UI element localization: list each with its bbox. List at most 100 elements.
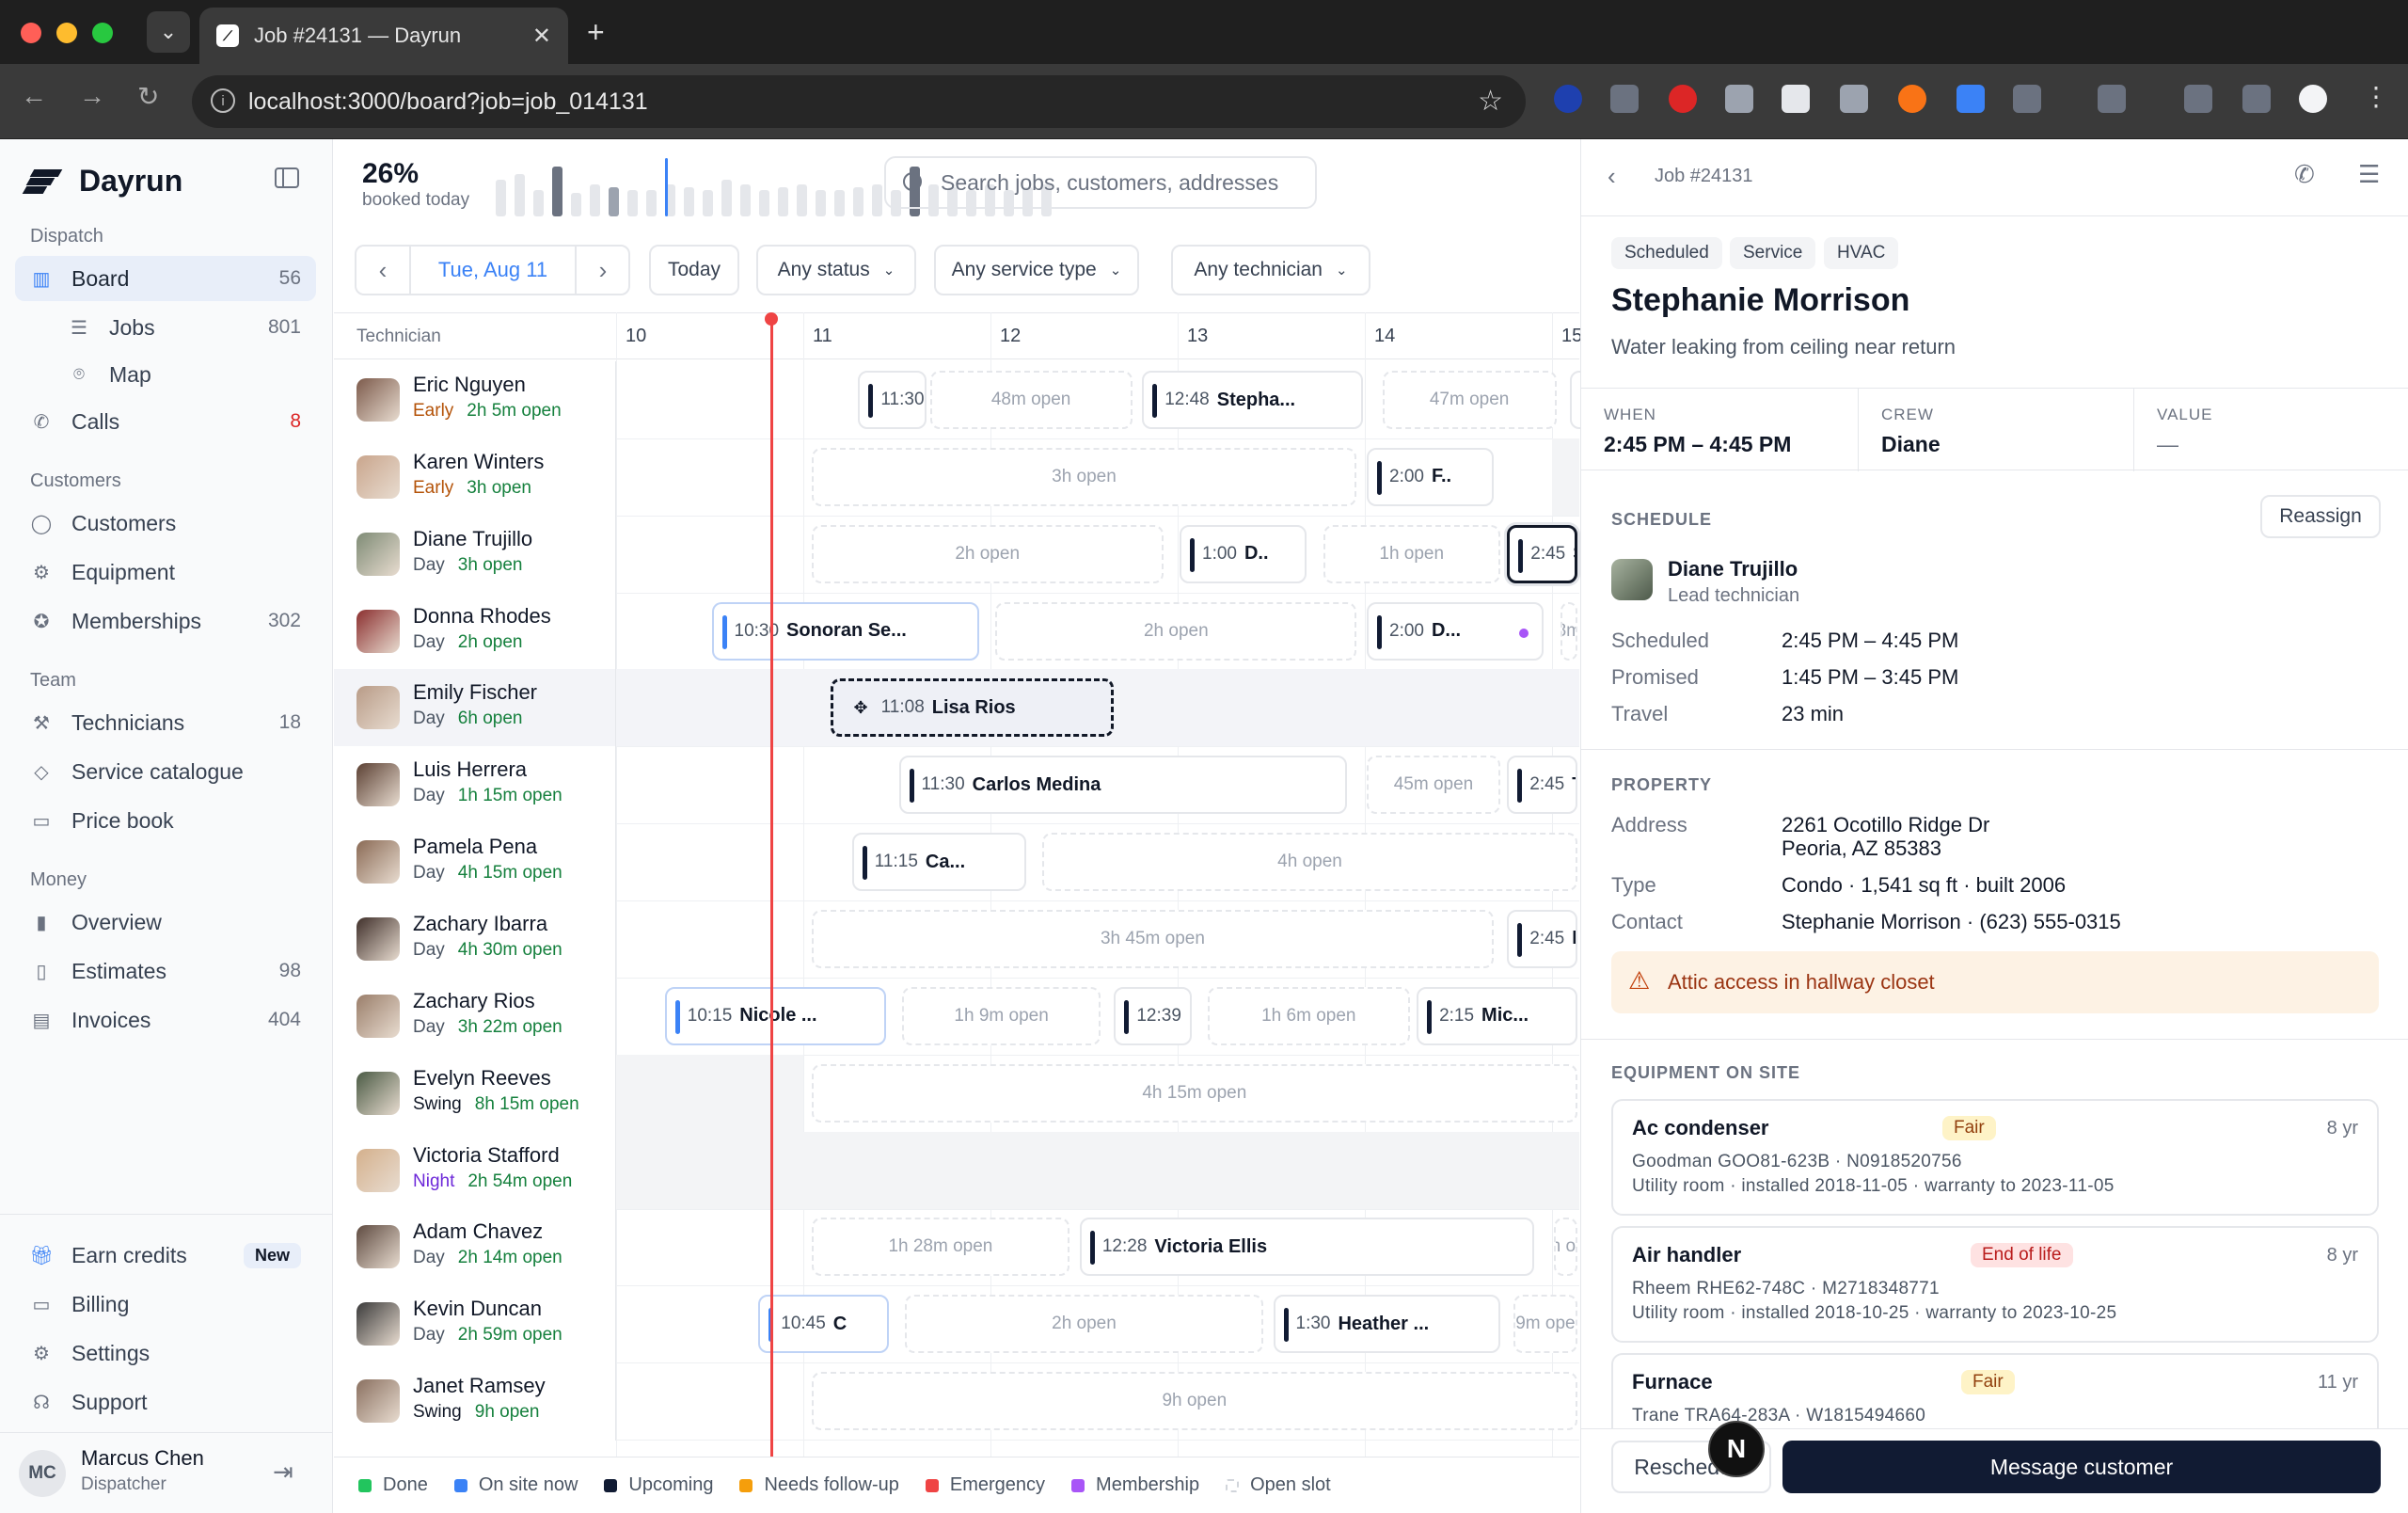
sidebar-item-customers[interactable]: ◯ Customers	[15, 501, 316, 546]
close-tab-icon[interactable]: ✕	[532, 23, 551, 50]
open-slot[interactable]: 1h 6m open	[1207, 986, 1410, 1045]
open-slot[interactable]: 4h 15m open	[811, 1063, 1577, 1123]
technician-cell[interactable]: Zachary Ibarra Day 4h 30m open	[334, 900, 616, 979]
open-slot[interactable]: 3h open	[811, 447, 1357, 506]
sidebar-item-equipment[interactable]: ⚙ Equipment	[15, 549, 316, 595]
open-slot[interactable]: 59m open	[1513, 1295, 1577, 1354]
sidebar-item-overview[interactable]: ▮ Overview	[15, 900, 316, 945]
message-customer-button[interactable]: Message customer	[1782, 1441, 2381, 1493]
technician-cell[interactable]: Victoria Stafford Night 2h 54m open	[334, 1131, 616, 1210]
today-button[interactable]: Today	[649, 245, 739, 295]
job-card[interactable]: 12:48 Stepha...	[1142, 371, 1363, 429]
open-slot[interactable]: 47m open	[1382, 371, 1557, 429]
open-slot[interactable]: 2h open	[905, 1295, 1263, 1354]
open-slot[interactable]: 48m open	[929, 371, 1133, 429]
prev-day-button[interactable]: ‹	[356, 247, 409, 294]
technician-cell[interactable]: Diane Trujillo Day 3h open	[334, 515, 616, 594]
media-controls-icon[interactable]	[2242, 85, 2271, 113]
open-slot[interactable]: 4h open	[1042, 833, 1577, 892]
passwords-key-icon[interactable]	[2098, 85, 2126, 113]
open-slot[interactable]: 9h open	[811, 1372, 1577, 1431]
extension-gem-icon[interactable]	[1554, 85, 1582, 113]
reassign-button[interactable]: Reassign	[2260, 495, 2381, 538]
open-slot[interactable]: 45m open	[1367, 756, 1500, 815]
technician-cell[interactable]: Donna Rhodes Day 2h open	[334, 592, 616, 671]
equipment-card[interactable]: Ac condenser Fair 8 yr Goodman GOO81-623B ·…	[1611, 1099, 2379, 1216]
job-card[interactable]: 10:15 Nicole ...	[664, 986, 886, 1045]
open-slot[interactable]: 8m	[1560, 601, 1577, 661]
next-day-button[interactable]: ›	[577, 247, 629, 294]
open-slot[interactable]: 46m open	[1554, 1218, 1577, 1277]
sidebar-item-billing[interactable]: ▭ Billing	[15, 1282, 316, 1327]
job-card[interactable]: 2:45 Dustin Cam...	[1507, 909, 1577, 968]
sidebar-item-support[interactable]: ☊ Support	[15, 1379, 316, 1425]
site-info-icon[interactable]: i	[211, 88, 235, 113]
reload-icon[interactable]: ↻	[137, 81, 159, 112]
dragging-job-card[interactable]: ✥ 11:08 Lisa Rios	[830, 678, 1114, 738]
forward-icon[interactable]: →	[79, 81, 105, 111]
call-phone-icon[interactable]: ✆	[2294, 160, 2315, 189]
extension-glasses-icon[interactable]	[1610, 85, 1639, 113]
collapse-sidebar-icon[interactable]	[275, 167, 299, 188]
technician-cell[interactable]: Evelyn Reeves Swing 8h 15m open	[334, 1054, 616, 1133]
job-card[interactable]: 2:00 D...	[1367, 601, 1545, 661]
technician-cell[interactable]: Emily Fischer Day 6h open	[334, 669, 616, 748]
new-tab-button[interactable]: +	[587, 15, 605, 50]
job-card[interactable]: 1:30 Heather ...	[1273, 1295, 1500, 1354]
extension-hand-icon[interactable]	[1669, 85, 1697, 113]
job-card[interactable]: 2:15 Mic...	[1417, 986, 1577, 1045]
job-card[interactable]: 11:30	[858, 371, 927, 429]
sidebar-item-map[interactable]: ⌾ Map	[15, 352, 316, 397]
open-slot[interactable]: 2h open	[995, 601, 1357, 661]
profile-avatar-icon[interactable]	[2299, 85, 2327, 113]
contact-value[interactable]: Stephanie Morrison · (623) 555-0315	[1782, 910, 2121, 934]
job-card[interactable]: 2:45 Stephanie Morrison	[1507, 524, 1577, 583]
equipment-card[interactable]: Air handler End of life 8 yr Rheem RHE62-74…	[1611, 1226, 2379, 1343]
sidebar-item-technicians[interactable]: ⚒ Technicians 18	[15, 700, 316, 745]
job-card[interactable]: 11:15 Ca...	[851, 833, 1026, 892]
close-window-button[interactable]	[21, 23, 41, 43]
extension-sun-icon[interactable]	[1898, 85, 1926, 113]
sidebar-item-earn-credits[interactable]: 🎁︎ Earn credits New	[15, 1233, 316, 1278]
minimize-window-button[interactable]	[56, 23, 77, 43]
logout-icon[interactable]: ⇥	[273, 1457, 293, 1487]
brand-logo[interactable]: Dayrun	[22, 164, 182, 199]
search-input[interactable]: Search jobs, customers, addresses	[884, 156, 1317, 209]
back-chevron-icon[interactable]: ‹	[1608, 162, 1616, 191]
extension-screen-icon[interactable]	[1956, 85, 1985, 113]
user-profile[interactable]: MC Marcus Chen Dispatcher ⇥	[0, 1432, 333, 1513]
job-card[interactable]: 1:00 D..	[1180, 524, 1307, 583]
technician-cell[interactable]: Karen Winters Early 3h open	[334, 438, 616, 517]
technician-cell[interactable]: Luis Herrera Day 1h 15m open	[334, 746, 616, 825]
address-bar[interactable]: i localhost:3000/board?job=job_014131 ☆	[192, 75, 1526, 128]
tab-search-button[interactable]: ⌄	[147, 11, 190, 53]
bookmark-star-icon[interactable]: ☆	[1478, 85, 1503, 118]
status-filter[interactable]: Any status ⌄	[756, 245, 916, 295]
sidebar-item-settings[interactable]: ⚙ Settings	[15, 1330, 316, 1376]
technician-cell[interactable]: Zachary Rios Day 3h 22m open	[334, 977, 616, 1056]
service-type-filter[interactable]: Any service type ⌄	[934, 245, 1139, 295]
sidebar-item-price-book[interactable]: ▭ Price book	[15, 798, 316, 843]
open-slot[interactable]: 1h 9m open	[901, 986, 1101, 1045]
job-card[interactable]: 10:45 C	[758, 1295, 889, 1354]
sidebar-item-estimates[interactable]: ▯ Estimates 98	[15, 948, 316, 994]
sidebar-item-memberships[interactable]: ✪ Memberships 302	[15, 598, 316, 644]
extension-bird-icon[interactable]	[1725, 85, 1753, 113]
technician-cell[interactable]: Kevin Duncan Day 2h 59m open	[334, 1285, 616, 1364]
open-slot[interactable]: 3h 45m open	[811, 909, 1495, 968]
job-card[interactable]: 10:30 Sonoran Se...	[711, 601, 980, 661]
sidebar-item-board[interactable]: ▥ Board 56	[15, 256, 316, 301]
sidebar-item-jobs[interactable]: ☰ Jobs 801	[15, 305, 316, 350]
sidebar-item-service-catalogue[interactable]: ◇ Service catalogue	[15, 749, 316, 794]
open-slot[interactable]: 1h 28m open	[811, 1218, 1070, 1277]
extension-qr-icon[interactable]	[1782, 85, 1810, 113]
technician-filter[interactable]: Any technician ⌄	[1171, 245, 1370, 295]
maximize-window-button[interactable]	[92, 23, 113, 43]
job-card[interactable]: 12:28 Victoria Ellis	[1079, 1218, 1535, 1277]
technician-cell[interactable]: Pamela Pena Day 4h 15m open	[334, 823, 616, 902]
details-list-icon[interactable]: ☰	[2358, 160, 2380, 189]
technician-cell[interactable]: Eric Nguyen Early 2h 5m open	[334, 361, 616, 439]
job-card[interactable]: 2:00 F..	[1367, 447, 1495, 506]
sidebar-item-invoices[interactable]: ▤ Invoices 404	[15, 997, 316, 1043]
technician-cell[interactable]: Janet Ramsey Swing 9h open	[334, 1362, 616, 1441]
